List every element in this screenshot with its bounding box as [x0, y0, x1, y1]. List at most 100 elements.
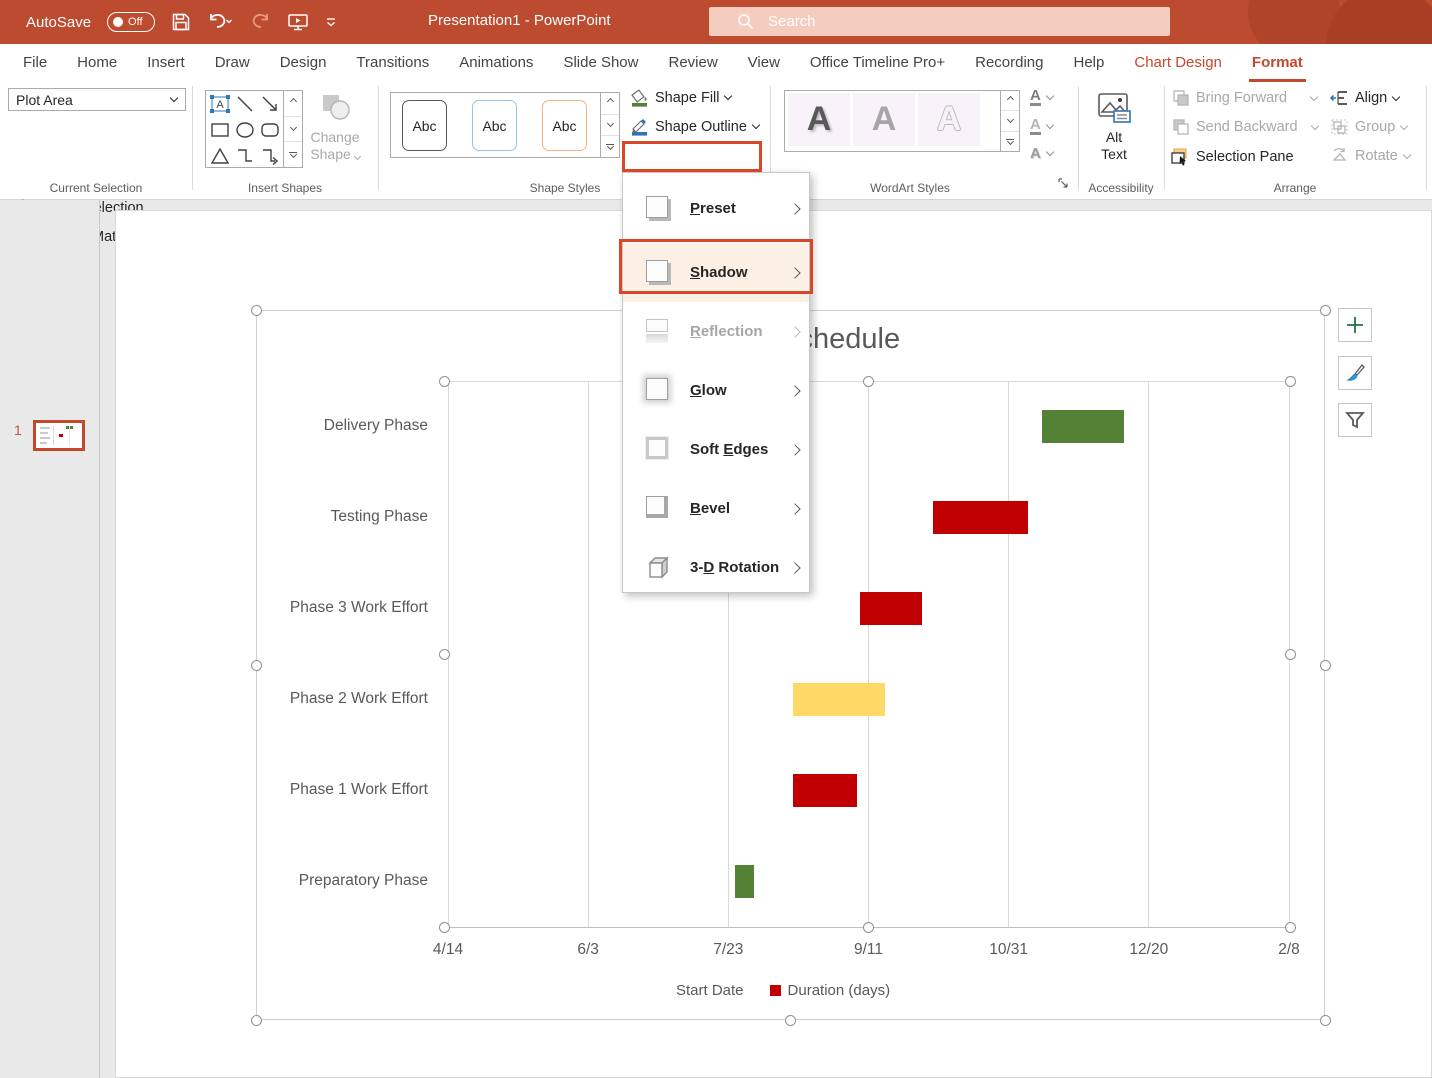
selection-pane-icon	[1170, 147, 1190, 166]
tab-office-timeline-pro[interactable]: Office Timeline Pro+	[795, 44, 960, 82]
menu-item-shadow[interactable]: Shadow	[623, 243, 809, 302]
group-label-current-selection: Current Selection	[0, 181, 192, 195]
alt-text-button[interactable]: Alt Text	[1082, 92, 1146, 163]
tab-format[interactable]: Format	[1237, 44, 1318, 82]
tab-help[interactable]: Help	[1059, 44, 1120, 82]
search-box[interactable]: Search	[709, 7, 1170, 36]
gantt-bar[interactable]	[860, 592, 922, 625]
chart-element-selector[interactable]: Plot Area	[8, 88, 186, 111]
shape-fill-button[interactable]: Shape Fill	[630, 88, 731, 107]
triangle-shape-icon[interactable]	[209, 145, 231, 167]
titlebar-decoration	[1326, 0, 1432, 44]
autosave-toggle[interactable]: Off	[107, 12, 155, 32]
rounded-rectangle-shape-icon[interactable]	[259, 119, 281, 141]
wordart-preset-3[interactable]: A	[918, 93, 980, 146]
selection-pane-button[interactable]: Selection Pane	[1170, 147, 1294, 166]
gantt-bar[interactable]	[933, 501, 1028, 534]
text-fill-button[interactable]: A	[1030, 88, 1053, 106]
selection-handle[interactable]	[251, 1015, 262, 1026]
tab-insert[interactable]: Insert	[132, 44, 200, 82]
menu-item-soft-edges[interactable]: Soft Edges	[623, 420, 809, 479]
menu-item-3d-rotation[interactable]: 3-D Rotation	[623, 538, 809, 597]
rectangle-shape-icon[interactable]	[209, 119, 231, 141]
slide-thumbnail[interactable]	[33, 420, 85, 451]
wordart-preset-1[interactable]: A	[788, 93, 850, 146]
shape-style-preset-3[interactable]: Abc	[542, 100, 587, 151]
tab-recording[interactable]: Recording	[960, 44, 1058, 82]
shape-styles-more-button[interactable]	[601, 136, 619, 157]
selection-handle[interactable]	[1285, 376, 1296, 387]
arrow-shape-icon[interactable]	[259, 93, 281, 115]
selection-handle[interactable]	[439, 376, 450, 387]
selection-handle[interactable]	[1320, 1015, 1331, 1026]
preset-icon	[645, 195, 672, 222]
gantt-bar[interactable]	[793, 774, 857, 807]
selection-handle[interactable]	[251, 305, 262, 316]
tab-view[interactable]: View	[733, 44, 795, 82]
titlebar: AutoSave Off	[0, 0, 1432, 44]
chart-styles-button[interactable]	[1338, 356, 1372, 390]
selection-handle[interactable]	[785, 1015, 796, 1026]
chart-filters-button[interactable]	[1338, 403, 1372, 437]
gantt-bar[interactable]	[793, 683, 886, 716]
tab-slide-show[interactable]: Slide Show	[548, 44, 653, 82]
tab-draw[interactable]: Draw	[200, 44, 265, 82]
wordart-scroll-up-button[interactable]	[1001, 91, 1019, 111]
start-slideshow-icon[interactable]	[287, 12, 309, 32]
text-effects-button[interactable]: A	[1030, 146, 1053, 161]
group-label-wordart-styles: WordArt Styles	[800, 181, 1020, 195]
text-outline-button[interactable]: A	[1030, 117, 1053, 135]
shapes-gallery[interactable]: A	[205, 90, 303, 168]
shape-style-preset-2[interactable]: Abc	[472, 100, 517, 151]
wordart-more-button[interactable]	[1001, 132, 1019, 151]
tab-review[interactable]: Review	[653, 44, 732, 82]
shape-outline-button[interactable]: Shape Outline	[630, 117, 759, 136]
menu-item-bevel[interactable]: Bevel	[623, 479, 809, 538]
menu-item-reflection: Reflection	[623, 302, 809, 361]
shape-styles-scroll-down-button[interactable]	[601, 115, 619, 137]
shape-style-preset-1[interactable]: Abc	[402, 100, 447, 151]
line-shape-icon[interactable]	[234, 93, 256, 115]
elbow-arrow-connector-shape-icon[interactable]	[259, 145, 281, 167]
chart-elements-button[interactable]	[1338, 308, 1372, 342]
shapes-more-button[interactable]	[284, 142, 302, 167]
menu-item-preset[interactable]: Preset	[623, 179, 809, 238]
shapes-scroll-down-button[interactable]	[284, 117, 302, 143]
selection-handle[interactable]	[863, 922, 874, 933]
tab-home[interactable]: Home	[62, 44, 132, 82]
chart-legend[interactable]: Start Date Duration (days)	[676, 982, 890, 999]
tab-design[interactable]: Design	[265, 44, 342, 82]
change-shape-label: Change	[310, 129, 359, 145]
shape-styles-gallery: Abc Abc Abc	[390, 92, 620, 158]
undo-button[interactable]	[207, 12, 233, 32]
selection-handle[interactable]	[439, 649, 450, 660]
wordart-preset-2[interactable]: A	[853, 93, 915, 146]
selection-handle[interactable]	[1320, 660, 1331, 671]
selection-handle[interactable]	[439, 922, 450, 933]
customize-qat-chevron-icon[interactable]	[325, 16, 337, 28]
wordart-dialog-launcher-icon[interactable]	[1058, 178, 1069, 189]
alt-text-icon	[1096, 92, 1132, 124]
textbox-shape-icon[interactable]: A	[209, 93, 231, 115]
shapes-scroll-up-button[interactable]	[284, 91, 302, 117]
tab-chart-design[interactable]: Chart Design	[1119, 44, 1237, 82]
save-icon[interactable]	[171, 12, 191, 32]
elbow-connector-shape-icon[interactable]	[234, 145, 256, 167]
selection-handle[interactable]	[1285, 649, 1296, 660]
submenu-chevron-icon	[789, 385, 800, 396]
selection-handle[interactable]	[1285, 922, 1296, 933]
selection-handle[interactable]	[251, 660, 262, 671]
oval-shape-icon[interactable]	[234, 119, 256, 141]
align-button[interactable]: Align	[1330, 89, 1399, 107]
tab-file[interactable]: File	[8, 44, 62, 82]
gantt-bar[interactable]	[735, 865, 753, 898]
tab-animations[interactable]: Animations	[444, 44, 548, 82]
wordart-scroll-down-button[interactable]	[1001, 111, 1019, 131]
menu-item-glow[interactable]: Glow	[623, 361, 809, 420]
shape-styles-scroll-up-button[interactable]	[601, 93, 619, 115]
selection-handle[interactable]	[1320, 305, 1331, 316]
selection-handle[interactable]	[863, 376, 874, 387]
change-shape-button: Change Shape	[306, 92, 364, 163]
tab-transitions[interactable]: Transitions	[341, 44, 444, 82]
gantt-bar[interactable]	[1042, 410, 1123, 443]
